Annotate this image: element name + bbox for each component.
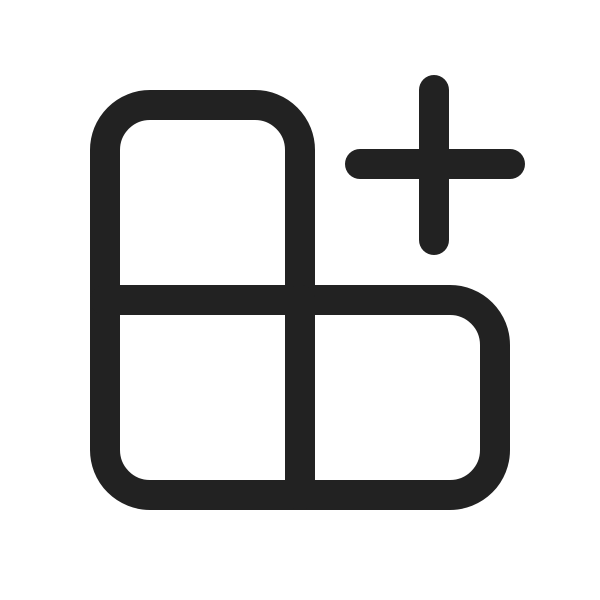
apps-add-icon xyxy=(90,75,525,510)
icon-canvas xyxy=(0,0,600,600)
